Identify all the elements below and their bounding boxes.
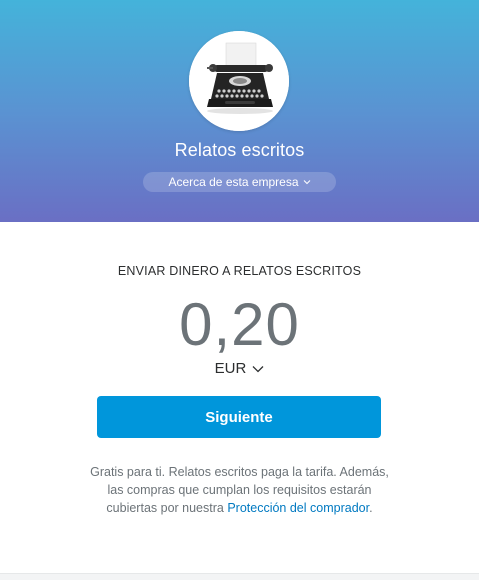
currency-label: EUR: [214, 360, 247, 377]
amount-input[interactable]: 0,20: [0, 290, 479, 360]
chevron-down-icon: [252, 365, 264, 372]
next-button[interactable]: Siguiente: [97, 396, 381, 438]
header-banner: Relatos escritos Acerca de esta empresa: [0, 0, 479, 222]
fee-notice: Gratis para ti. Relatos escritos paga la…: [90, 463, 389, 517]
about-company-button[interactable]: Acerca de esta empresa: [143, 172, 336, 192]
chevron-down-icon: [303, 180, 310, 185]
company-avatar: [189, 31, 289, 131]
currency-selector[interactable]: EUR: [0, 360, 479, 377]
about-company-label: Acerca de esta empresa: [168, 175, 299, 189]
fee-notice-end: .: [369, 501, 373, 515]
buyer-protection-link[interactable]: Protección del comprador: [227, 501, 369, 515]
company-name: Relatos escritos: [174, 140, 305, 160]
send-money-title: ENVIAR DINERO A RELATOS ESCRITOS: [117, 264, 362, 278]
typewriter-icon: [189, 31, 289, 131]
